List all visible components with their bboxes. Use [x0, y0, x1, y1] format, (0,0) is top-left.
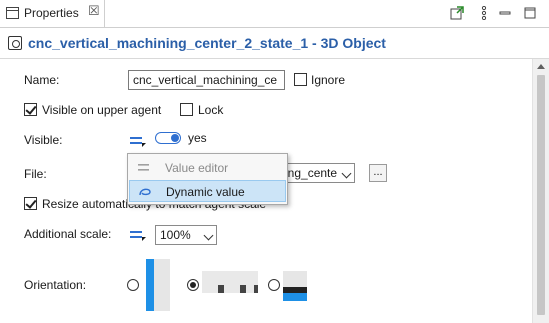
- dynamic-value-icon: [139, 188, 151, 196]
- visible-label: Visible:: [24, 133, 63, 147]
- additional-scale-label: Additional scale:: [24, 227, 112, 241]
- orientation-thumbnail-3: [283, 271, 307, 301]
- file-value: ing_cente: [285, 166, 338, 180]
- orientation-label: Orientation:: [24, 278, 87, 292]
- file-label: File:: [24, 167, 47, 181]
- lock-checkbox[interactable]: [180, 103, 193, 116]
- properties-header: cnc_vertical_machining_center_2_state_1 …: [0, 28, 549, 59]
- orientation-radio-1[interactable]: [127, 279, 139, 291]
- visible-upper-agent-label: Visible on upper agent: [42, 103, 162, 117]
- more-vertical-icon[interactable]: [475, 4, 493, 22]
- orientation-radio-3[interactable]: [268, 279, 280, 291]
- visible-upper-agent-checkbox[interactable]: [24, 103, 37, 116]
- equals-icon: [138, 164, 149, 171]
- ignore-label: Ignore: [311, 73, 346, 87]
- file-combo[interactable]: ing_cente: [283, 163, 355, 183]
- lock-label: Lock: [198, 103, 224, 117]
- visible-toggle[interactable]: [155, 132, 181, 144]
- scroll-up-icon[interactable]: [537, 64, 545, 69]
- name-field[interactable]: cnc_vertical_machining_ce: [128, 70, 285, 90]
- value-mode-icon[interactable]: [130, 135, 146, 147]
- file-browse-button[interactable]: ...: [369, 164, 387, 182]
- additional-scale-value: 100%: [160, 228, 191, 242]
- chevron-down-icon: [203, 230, 214, 241]
- view-tab-bar: Properties ☒: [0, 0, 549, 28]
- ignore-checkbox[interactable]: [294, 73, 307, 86]
- menu-item-dynamic-value-label: Dynamic value: [166, 185, 245, 199]
- chevron-down-icon: [341, 168, 352, 179]
- value-mode-menu: Value editor Dynamic value: [127, 153, 288, 205]
- resize-checkbox[interactable]: [24, 197, 37, 210]
- menu-item-value-editor: Value editor: [129, 157, 286, 179]
- maximize-icon[interactable]: [521, 4, 539, 22]
- orientation-radio-2[interactable]: [187, 279, 199, 291]
- properties-icon: [6, 7, 19, 19]
- name-label: Name:: [24, 73, 60, 87]
- tab-properties-label: Properties: [24, 6, 79, 20]
- menu-item-value-editor-label: Value editor: [165, 161, 229, 175]
- minimize-icon[interactable]: [496, 4, 514, 22]
- open-in-new-icon[interactable]: [448, 4, 466, 22]
- value-mode-icon[interactable]: [130, 229, 146, 241]
- close-icon[interactable]: ☒: [88, 3, 100, 19]
- object-3d-icon: [8, 36, 22, 50]
- scroll-thumb[interactable]: [537, 75, 545, 315]
- page-title: cnc_vertical_machining_center_2_state_1 …: [28, 35, 386, 51]
- vertical-scrollbar[interactable]: [532, 59, 549, 323]
- tab-properties[interactable]: Properties ☒: [0, 0, 105, 27]
- orientation-thumbnail-1: [146, 259, 170, 311]
- menu-item-dynamic-value[interactable]: Dynamic value: [129, 180, 286, 202]
- visible-value: yes: [188, 131, 207, 145]
- additional-scale-combo[interactable]: 100%: [155, 225, 217, 245]
- orientation-thumbnail-2: [202, 271, 258, 293]
